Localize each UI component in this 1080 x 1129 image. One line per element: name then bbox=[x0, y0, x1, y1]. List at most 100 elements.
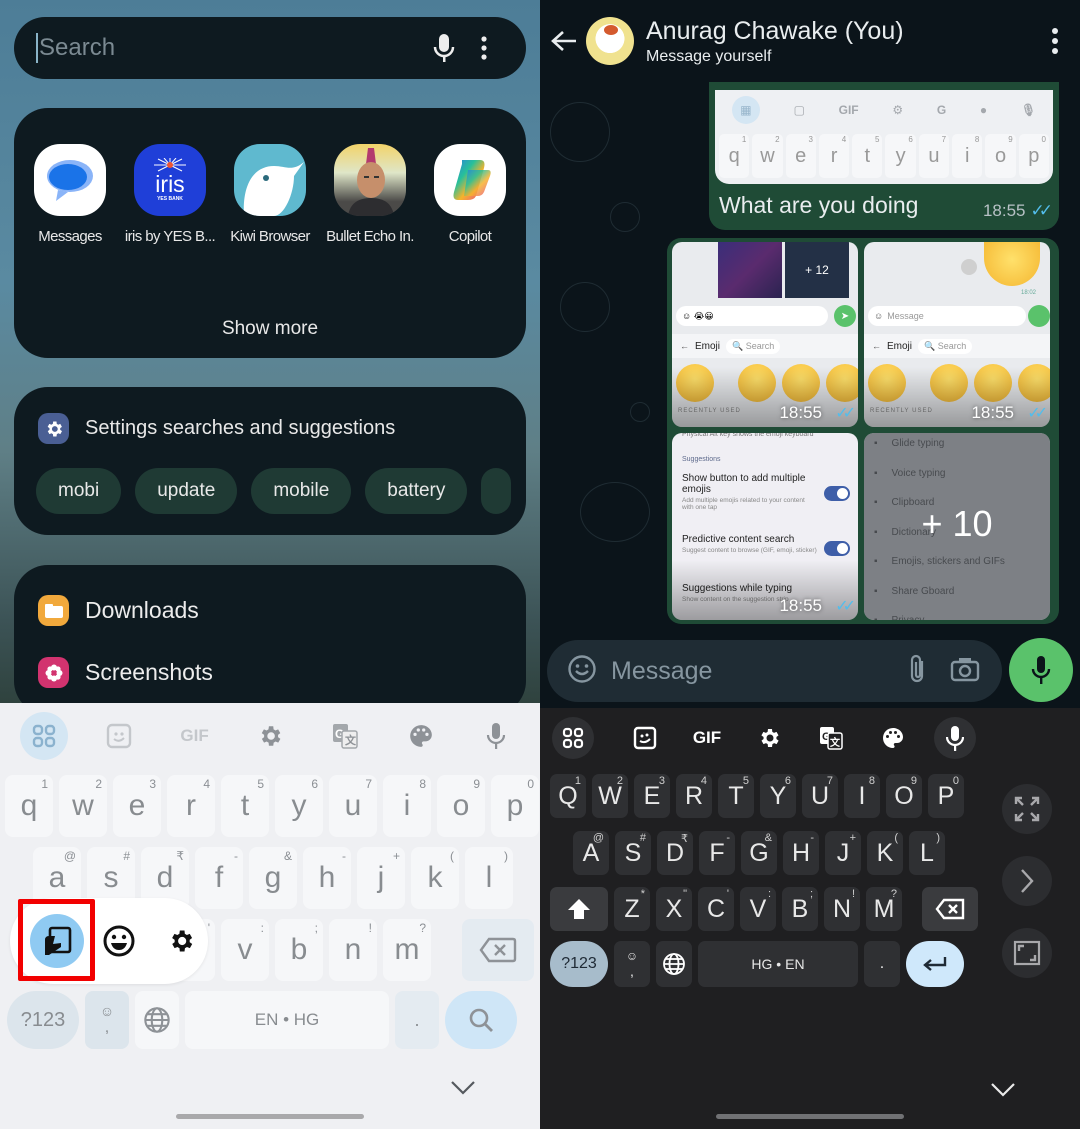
key-u[interactable]: U7 bbox=[802, 774, 838, 818]
key-q[interactable]: Q1 bbox=[550, 774, 586, 818]
symbols-key[interactable]: ?123 bbox=[7, 991, 79, 1049]
search-bar[interactable]: Search bbox=[14, 17, 526, 79]
message-input-bar[interactable]: Message bbox=[547, 640, 1002, 702]
file-item-screenshots[interactable]: Screenshots bbox=[38, 657, 213, 688]
mic-icon[interactable] bbox=[934, 717, 976, 759]
search-key[interactable] bbox=[445, 991, 517, 1049]
key-p[interactable]: p0 bbox=[491, 775, 539, 837]
key-f[interactable]: f- bbox=[195, 847, 243, 909]
key-h[interactable]: h- bbox=[303, 847, 351, 909]
hide-keyboard-chevron-icon[interactable] bbox=[450, 1080, 476, 1101]
key-u[interactable]: u7 bbox=[329, 775, 377, 837]
suggestion-chip[interactable]: update bbox=[135, 468, 238, 514]
apps-grid-icon[interactable] bbox=[19, 712, 68, 760]
key-h[interactable]: H- bbox=[783, 831, 819, 875]
more-vert-icon[interactable] bbox=[464, 36, 504, 60]
shift-key[interactable] bbox=[550, 887, 608, 931]
key-i[interactable]: i8 bbox=[383, 775, 431, 837]
key-m[interactable]: M? bbox=[866, 887, 902, 931]
key-e[interactable]: e3 bbox=[113, 775, 161, 837]
key-t[interactable]: T5 bbox=[718, 774, 754, 818]
suggestion-chip[interactable]: mobile bbox=[251, 468, 352, 514]
globe-key[interactable] bbox=[656, 941, 692, 987]
app-iris[interactable]: iris YES BANK iris by YES B... bbox=[120, 144, 220, 245]
key-r[interactable]: R4 bbox=[676, 774, 712, 818]
image-grid-message[interactable]: + 12 ☺ 😭😀 ➤ ← Emoji 🔍 Search RECENTLY US… bbox=[667, 238, 1059, 624]
key-v[interactable]: v: bbox=[221, 919, 269, 981]
app-bullet-echo[interactable]: Bullet Echo In. bbox=[320, 144, 420, 245]
key-b[interactable]: B; bbox=[782, 887, 818, 931]
settings-icon[interactable] bbox=[246, 712, 294, 760]
key-v[interactable]: V: bbox=[740, 887, 776, 931]
mic-icon[interactable] bbox=[472, 712, 520, 760]
app-copilot[interactable]: Copilot bbox=[420, 144, 520, 245]
key-o[interactable]: o9 bbox=[437, 775, 485, 837]
settings-suggestions-header[interactable]: Settings searches and suggestions bbox=[38, 413, 395, 444]
backspace-key[interactable] bbox=[922, 887, 978, 931]
key-i[interactable]: I8 bbox=[844, 774, 880, 818]
gif-button[interactable]: GIF bbox=[171, 712, 219, 760]
key-r[interactable]: r4 bbox=[167, 775, 215, 837]
key-n[interactable]: n! bbox=[329, 919, 377, 981]
key-y[interactable]: y6 bbox=[275, 775, 323, 837]
key-c[interactable]: C ' bbox=[698, 887, 734, 931]
emoji-icon[interactable] bbox=[567, 654, 597, 689]
emoji-comma-key[interactable]: ☺ , bbox=[85, 991, 129, 1049]
voice-record-button[interactable] bbox=[1009, 638, 1073, 702]
sticker-icon[interactable] bbox=[614, 717, 676, 759]
sticker-icon[interactable] bbox=[95, 712, 143, 760]
mic-icon[interactable] bbox=[424, 33, 464, 63]
next-button[interactable] bbox=[1002, 856, 1052, 906]
image-tile[interactable]: 18:02 ☺Message ← Emoji 🔍 Search RECENTLY… bbox=[864, 242, 1050, 427]
app-messages[interactable]: Messages bbox=[20, 144, 120, 245]
key-p[interactable]: P0 bbox=[928, 774, 964, 818]
image-tile-more[interactable]: ▪Glide typing▪Voice typing▪Clipboard▪Dic… bbox=[864, 433, 1050, 620]
back-arrow-icon[interactable] bbox=[542, 30, 586, 52]
key-j[interactable]: J + bbox=[825, 831, 861, 875]
image-tile[interactable]: Physical Alt key shows the emoji keyboar… bbox=[672, 433, 858, 620]
key-q[interactable]: q1 bbox=[5, 775, 53, 837]
globe-key[interactable] bbox=[135, 991, 179, 1049]
resize-keyboard-button[interactable] bbox=[1002, 928, 1052, 978]
backspace-key[interactable] bbox=[462, 919, 534, 981]
key-w[interactable]: w2 bbox=[59, 775, 107, 837]
key-l[interactable]: L) bbox=[909, 831, 945, 875]
gesture-nav-handle[interactable] bbox=[176, 1114, 364, 1119]
key-t[interactable]: t5 bbox=[221, 775, 269, 837]
key-e[interactable]: E3 bbox=[634, 774, 670, 818]
key-o[interactable]: O9 bbox=[886, 774, 922, 818]
app-kiwi-browser[interactable]: Kiwi Browser bbox=[220, 144, 320, 245]
emoji-comma-key[interactable]: ☺ , bbox=[614, 941, 650, 987]
space-key[interactable]: EN • HG bbox=[185, 991, 389, 1049]
keyboard-screenshot-image[interactable]: ▦ ▢ GIF ⚙ G ● 🎙 q1w2e3r4t5y6u7i8o9p0 bbox=[715, 90, 1053, 184]
key-l[interactable]: l) bbox=[465, 847, 513, 909]
key-n[interactable]: N! bbox=[824, 887, 860, 931]
key-m[interactable]: m? bbox=[383, 919, 431, 981]
gesture-nav-handle[interactable] bbox=[716, 1114, 904, 1119]
apps-grid-icon[interactable] bbox=[552, 717, 594, 759]
translate-icon[interactable]: G文 bbox=[800, 717, 862, 759]
palette-icon[interactable] bbox=[397, 712, 445, 760]
key-y[interactable]: Y6 bbox=[760, 774, 796, 818]
translate-icon[interactable]: G文 bbox=[321, 712, 369, 760]
image-tile[interactable]: + 12 ☺ 😭😀 ➤ ← Emoji 🔍 Search RECENTLY US… bbox=[672, 242, 858, 427]
key-g[interactable]: g & bbox=[249, 847, 297, 909]
avatar[interactable] bbox=[586, 17, 634, 65]
camera-icon[interactable] bbox=[950, 656, 980, 687]
palette-icon[interactable] bbox=[862, 717, 924, 759]
key-b[interactable]: b; bbox=[275, 919, 323, 981]
search-input[interactable]: Search bbox=[39, 34, 424, 62]
key-a[interactable]: A @ bbox=[573, 831, 609, 875]
hide-keyboard-chevron-icon[interactable] bbox=[990, 1082, 1016, 1103]
settings-icon[interactable] bbox=[154, 914, 208, 968]
enter-key[interactable] bbox=[906, 941, 964, 987]
settings-icon[interactable] bbox=[738, 717, 800, 759]
period-key[interactable]: . bbox=[864, 941, 900, 987]
key-k[interactable]: k( bbox=[411, 847, 459, 909]
space-key[interactable]: HG • EN bbox=[698, 941, 858, 987]
message-bubble[interactable]: ▦ ▢ GIF ⚙ G ● 🎙 q1w2e3r4t5y6u7i8o9p0 Wha… bbox=[709, 82, 1059, 230]
message-input[interactable]: Message bbox=[611, 657, 908, 686]
key-d[interactable]: D ₹ bbox=[657, 831, 693, 875]
key-g[interactable]: G & bbox=[741, 831, 777, 875]
gif-button[interactable]: GIF bbox=[676, 717, 738, 759]
